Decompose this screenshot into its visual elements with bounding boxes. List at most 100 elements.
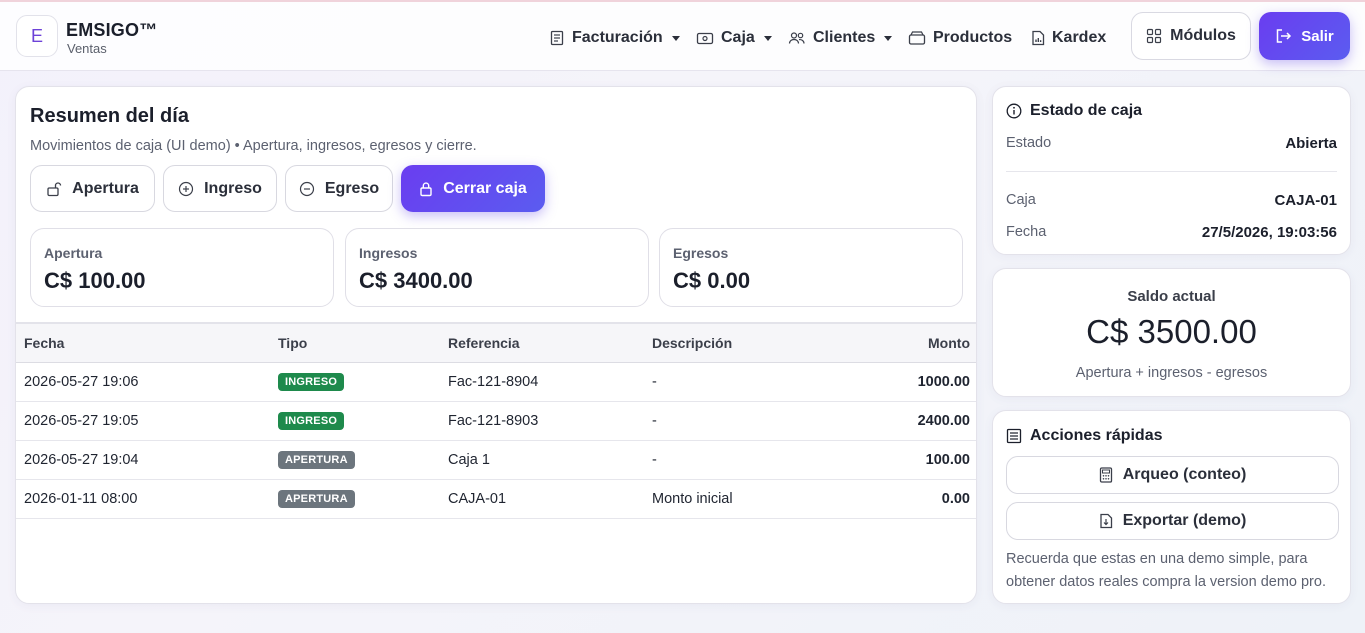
table-header-row: Fecha Tipo Referencia Descripción Monto <box>16 322 976 363</box>
exportar-label: Exportar (demo) <box>1122 512 1247 529</box>
cash-icon <box>696 32 714 45</box>
cerrar-caja-button[interactable]: Cerrar caja <box>401 165 545 212</box>
nav-productos[interactable]: Productos <box>908 26 1012 50</box>
stat-value: C$ 0.00 <box>673 268 751 293</box>
cell-monto: 100.00 <box>844 440 976 480</box>
nav-clientes-label: Clientes <box>813 29 876 46</box>
box-icon <box>908 31 926 45</box>
estado-title-text: Estado de caja <box>1030 102 1143 119</box>
lock-icon <box>420 181 432 196</box>
fecha-label: Fecha <box>1006 224 1047 240</box>
brand-letter: E <box>30 25 43 46</box>
apertura-button[interactable]: Apertura <box>30 165 155 212</box>
people-icon <box>788 32 805 44</box>
nav-kardex-label: Kardex <box>1052 29 1107 46</box>
saldo-card: Saldo actual C$ 3500.00 Apertura + ingre… <box>992 268 1351 397</box>
divider <box>1006 171 1337 172</box>
receipt-icon <box>550 30 564 46</box>
cell-descripcion: - <box>644 362 844 402</box>
calculator-icon <box>1099 467 1112 483</box>
status-badge: APERTURA <box>278 450 355 469</box>
nav-kardex[interactable]: Kardex <box>1031 26 1106 50</box>
acciones-title-text: Acciones rápidas <box>1030 427 1163 444</box>
stat-apertura: Apertura C$ 100.00 <box>30 228 334 307</box>
cell-descripcion: - <box>644 401 844 441</box>
brand-logo[interactable]: E <box>16 15 58 57</box>
fecha-value: 27/5/2026, 19:03:56 <box>1201 224 1337 241</box>
chevron-down-icon <box>884 35 893 41</box>
stat-value: C$ 3400.00 <box>359 268 473 293</box>
acciones-card: Acciones rápidas Arqueo (conteo) Exporta… <box>992 410 1351 604</box>
nav-facturacion[interactable]: Facturación <box>549 26 680 50</box>
saldo-hint: Apertura + ingresos - egresos <box>1075 365 1268 381</box>
grid-icon <box>1147 28 1162 44</box>
modulos-label: Módulos <box>1170 27 1236 44</box>
stat-label: Ingresos <box>359 245 418 261</box>
salir-button[interactable]: Salir <box>1259 12 1350 60</box>
chevron-down-icon <box>671 35 680 41</box>
top-navbar: E EMSIGO™ Ventas Facturación Caja Client… <box>0 2 1365 71</box>
col-referencia[interactable]: Referencia <box>440 322 644 363</box>
cell-referencia: Caja 1 <box>440 440 644 480</box>
status-badge: APERTURA <box>278 489 355 508</box>
arqueo-button[interactable]: Arqueo (conteo) <box>1006 456 1339 494</box>
cell-monto: 0.00 <box>844 479 976 519</box>
table-row[interactable]: 2026-05-27 19:05 INGRESO Fac-121-8903 - … <box>16 401 976 441</box>
estado-caja-title: Estado de caja <box>1006 102 1142 120</box>
brand-name: EMSIGO™ <box>66 20 158 40</box>
chart-file-icon <box>1032 30 1045 46</box>
col-descripcion[interactable]: Descripción <box>644 322 844 363</box>
col-fecha[interactable]: Fecha <box>16 322 270 363</box>
acciones-note: Recuerda que estas en una demo simple, p… <box>1006 551 1326 590</box>
brand-subtitle: Ventas <box>67 41 107 56</box>
nav-caja-label: Caja <box>721 29 755 46</box>
logout-icon <box>1276 29 1292 43</box>
status-badge: INGRESO <box>278 372 345 391</box>
col-monto[interactable]: Monto <box>844 322 976 363</box>
info-icon <box>1006 103 1022 119</box>
ingreso-button[interactable]: Ingreso <box>163 165 277 212</box>
page-subtitle: Movimientos de caja (UI demo) • Apertura… <box>30 138 477 154</box>
table-row[interactable]: 2026-05-27 19:04 APERTURA Caja 1 - 100.0… <box>16 440 976 480</box>
cell-descripcion: Monto inicial <box>644 479 844 519</box>
list-icon <box>1006 428 1022 444</box>
cell-fecha: 2026-05-27 19:04 <box>16 440 270 480</box>
stat-egresos: Egresos C$ 0.00 <box>659 228 963 307</box>
cell-referencia: CAJA-01 <box>440 479 644 519</box>
egreso-button[interactable]: Egreso <box>285 165 393 212</box>
cell-referencia: Fac-121-8903 <box>440 401 644 441</box>
minus-circle-icon <box>299 181 314 196</box>
col-tipo[interactable]: Tipo <box>270 322 440 363</box>
nav-caja[interactable]: Caja <box>696 26 772 50</box>
table-row[interactable]: 2026-01-11 08:00 APERTURA CAJA-01 Monto … <box>16 479 976 519</box>
caja-label: Caja <box>1006 192 1036 208</box>
movimientos-table: Fecha Tipo Referencia Descripción Monto … <box>16 322 976 519</box>
cell-tipo: INGRESO <box>270 401 440 441</box>
stat-value: C$ 100.00 <box>44 268 146 293</box>
salir-label: Salir <box>1301 27 1334 45</box>
saldo-value: C$ 3500.00 <box>1086 313 1257 350</box>
cell-monto: 1000.00 <box>844 362 976 402</box>
cell-monto: 2400.00 <box>844 401 976 441</box>
status-badge: INGRESO <box>278 411 345 430</box>
ingreso-label: Ingreso <box>204 179 262 197</box>
modulos-button[interactable]: Módulos <box>1131 12 1251 60</box>
page-title: Resumen del día <box>30 105 189 127</box>
egreso-label: Egreso <box>324 179 380 197</box>
stat-label: Egresos <box>673 245 729 261</box>
nav-clientes[interactable]: Clientes <box>788 26 893 50</box>
cell-tipo: APERTURA <box>270 479 440 519</box>
cell-fecha: 2026-05-27 19:05 <box>16 401 270 441</box>
cell-fecha: 2026-01-11 08:00 <box>16 479 270 519</box>
apertura-label: Apertura <box>72 179 139 197</box>
exportar-button[interactable]: Exportar (demo) <box>1006 502 1339 540</box>
resumen-card: Resumen del día Movimientos de caja (UI … <box>15 86 977 604</box>
cell-tipo: INGRESO <box>270 362 440 402</box>
table-row[interactable]: 2026-05-27 19:06 INGRESO Fac-121-8904 - … <box>16 362 976 402</box>
cell-fecha: 2026-05-27 19:06 <box>16 362 270 402</box>
cell-descripcion: - <box>644 440 844 480</box>
stat-ingresos: Ingresos C$ 3400.00 <box>345 228 649 307</box>
nav-facturacion-label: Facturación <box>572 29 663 46</box>
estado-caja-card: Estado de caja Estado Abierta Caja CAJA-… <box>992 86 1351 255</box>
caja-value: CAJA-01 <box>1274 192 1337 209</box>
